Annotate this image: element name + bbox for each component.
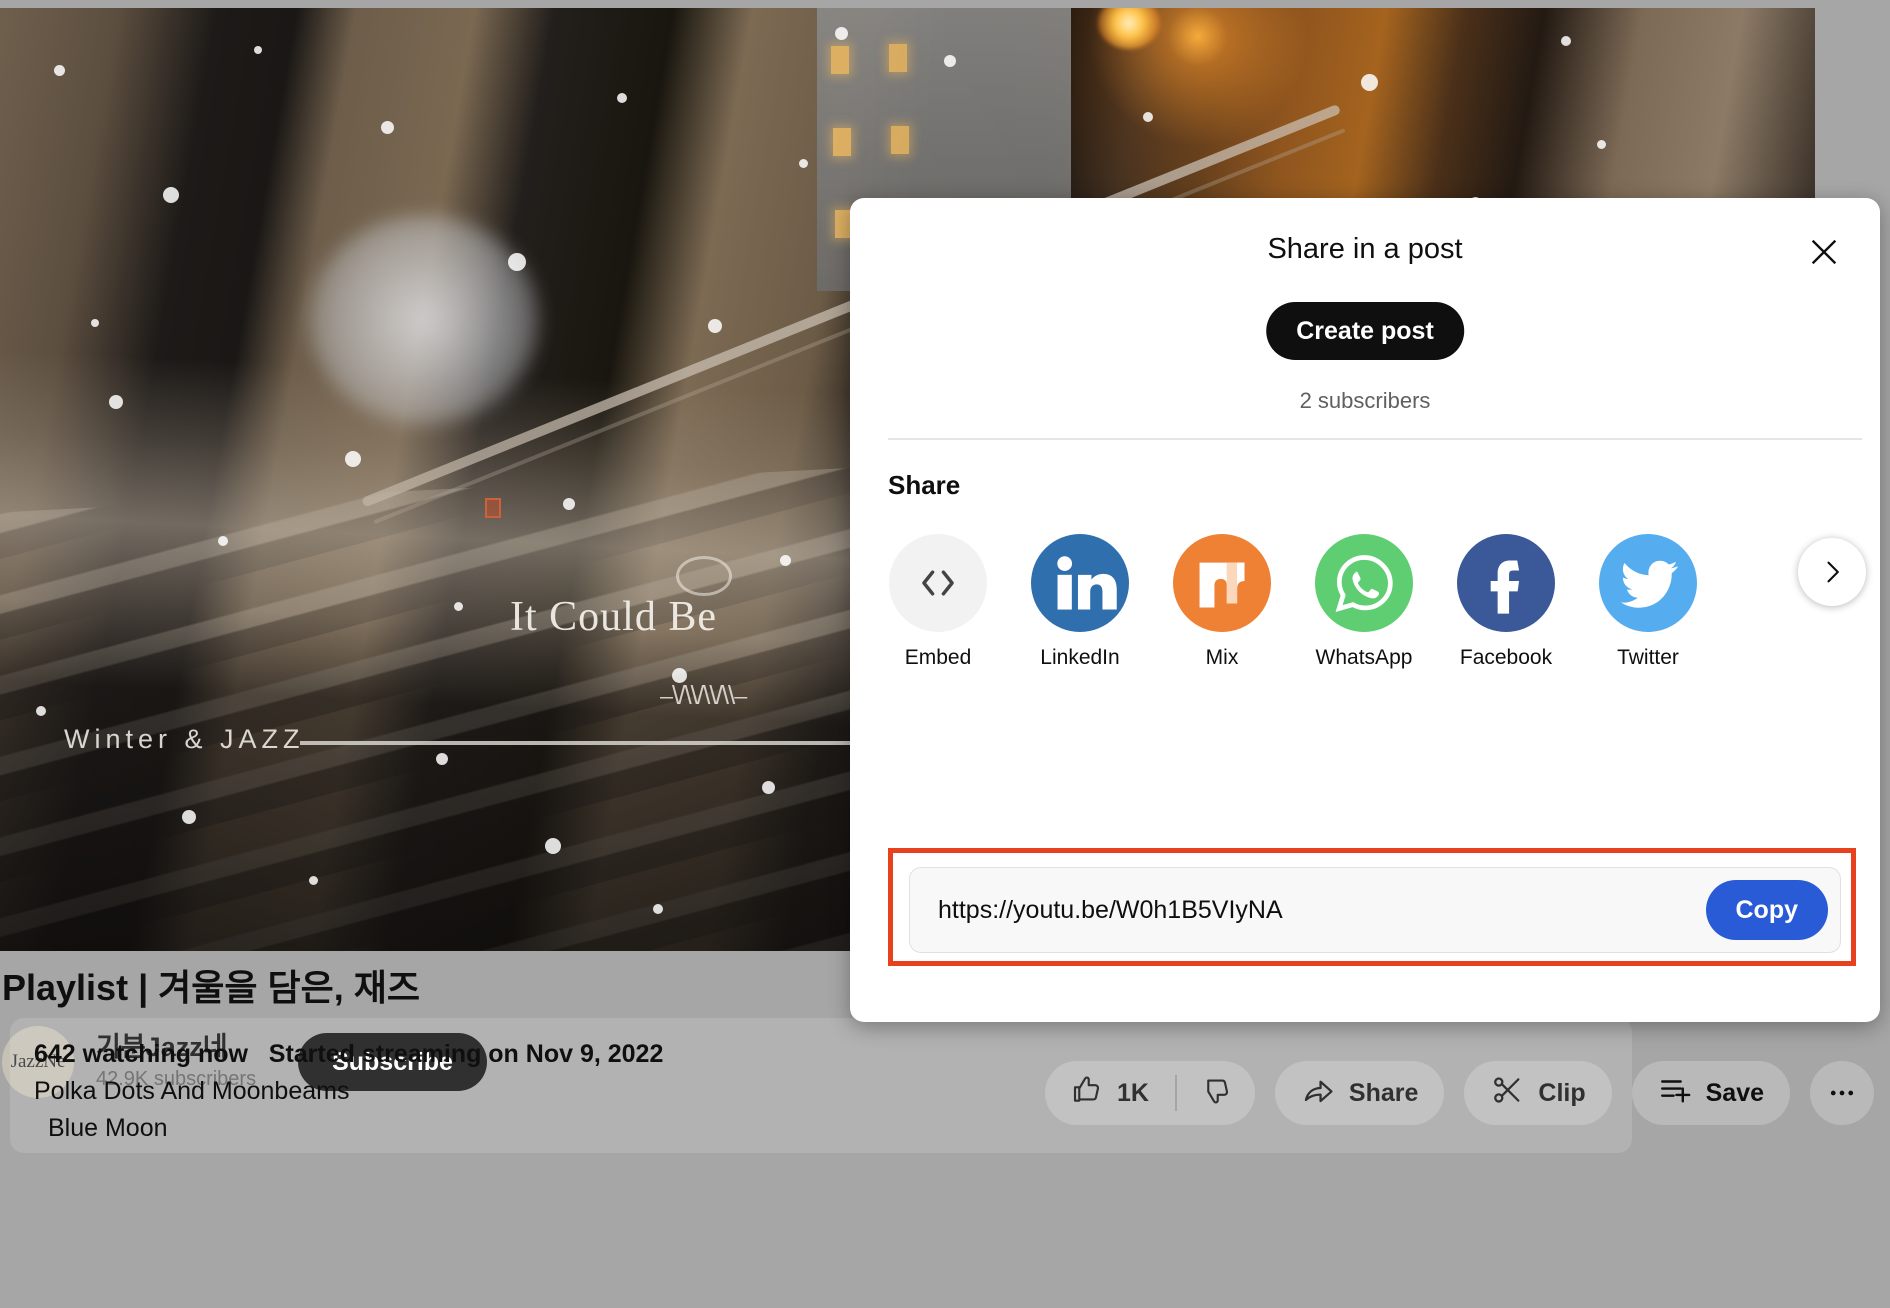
overlay-brand-text: Winter & JAZZ	[64, 724, 305, 754]
share-target-embed[interactable]: Embed	[888, 534, 988, 670]
create-post-button[interactable]: Create post	[1266, 302, 1464, 360]
youtube-watch-page: It Could Be ⎯\/\\/\\/\\⎯ Winter & JAZZ S…	[0, 0, 1890, 1308]
overlay-rule-line	[300, 741, 860, 745]
started-streaming-date: Started streaming on Nov 9, 2022	[268, 1040, 664, 1068]
chevron-right-icon[interactable]	[1798, 538, 1866, 606]
playlist-add-icon	[1658, 1073, 1692, 1114]
overlay-waveform-icon: ⎯\/\\/\\/\\⎯	[660, 680, 747, 710]
overlay-track-title: It Could Be	[510, 594, 717, 640]
overlay-sign-marker	[485, 498, 501, 518]
share-targets-row[interactable]: Embed LinkedIn Mix WhatsApp Facebook Twi…	[888, 534, 1698, 670]
embed-code-icon	[889, 534, 987, 632]
close-icon[interactable]	[1800, 228, 1848, 276]
share-target-linkedin[interactable]: LinkedIn	[1030, 534, 1130, 670]
share-target-label: Embed	[904, 646, 972, 669]
share-dialog: Share in a post Create post 2 subscriber…	[850, 198, 1880, 1022]
share-target-label: Twitter	[1617, 646, 1679, 669]
description-header: 642 watching now Started streaming on No…	[34, 1040, 1608, 1069]
mix-icon	[1173, 534, 1271, 632]
share-target-mix[interactable]: Mix	[1172, 534, 1272, 670]
video-description[interactable]: 642 watching now Started streaming on No…	[10, 1018, 1632, 1153]
subscriber-count-label: 2 subscribers	[1299, 388, 1431, 413]
overlay-ring-decoration	[676, 556, 732, 596]
facebook-icon	[1457, 534, 1555, 632]
save-button-label: Save	[1705, 1078, 1764, 1107]
share-url-input[interactable]	[938, 895, 1706, 925]
save-button[interactable]: Save	[1631, 1061, 1790, 1125]
linkedin-icon	[1031, 534, 1129, 632]
share-target-label: Mix	[1205, 646, 1239, 669]
watching-now-count: 642 watching now	[34, 1040, 248, 1068]
share-target-twitter[interactable]: Twitter	[1598, 534, 1698, 670]
share-target-whatsapp[interactable]: WhatsApp	[1314, 534, 1414, 670]
dialog-divider	[888, 438, 1862, 440]
share-target-label: Facebook	[1459, 646, 1553, 669]
twitter-icon	[1599, 534, 1697, 632]
share-section-heading: Share	[888, 470, 961, 500]
share-target-label: LinkedIn	[1040, 646, 1120, 669]
copy-button[interactable]: Copy	[1705, 880, 1828, 940]
share-target-label: WhatsApp	[1315, 646, 1413, 669]
whatsapp-icon	[1315, 534, 1413, 632]
share-url-row[interactable]: Copy	[909, 867, 1841, 953]
page-title: Playlist | 겨울을 담은, 재즈	[2, 967, 420, 1008]
description-line: Blue Moon	[48, 1114, 168, 1142]
share-target-facebook[interactable]: Facebook	[1456, 534, 1556, 670]
copy-link-highlight: Copy	[888, 848, 1856, 966]
share-dialog-title: Share in a post	[1267, 233, 1463, 265]
more-horizontal-icon[interactable]	[1810, 1061, 1874, 1125]
description-line: Polka Dots And Moonbeams	[34, 1077, 350, 1105]
